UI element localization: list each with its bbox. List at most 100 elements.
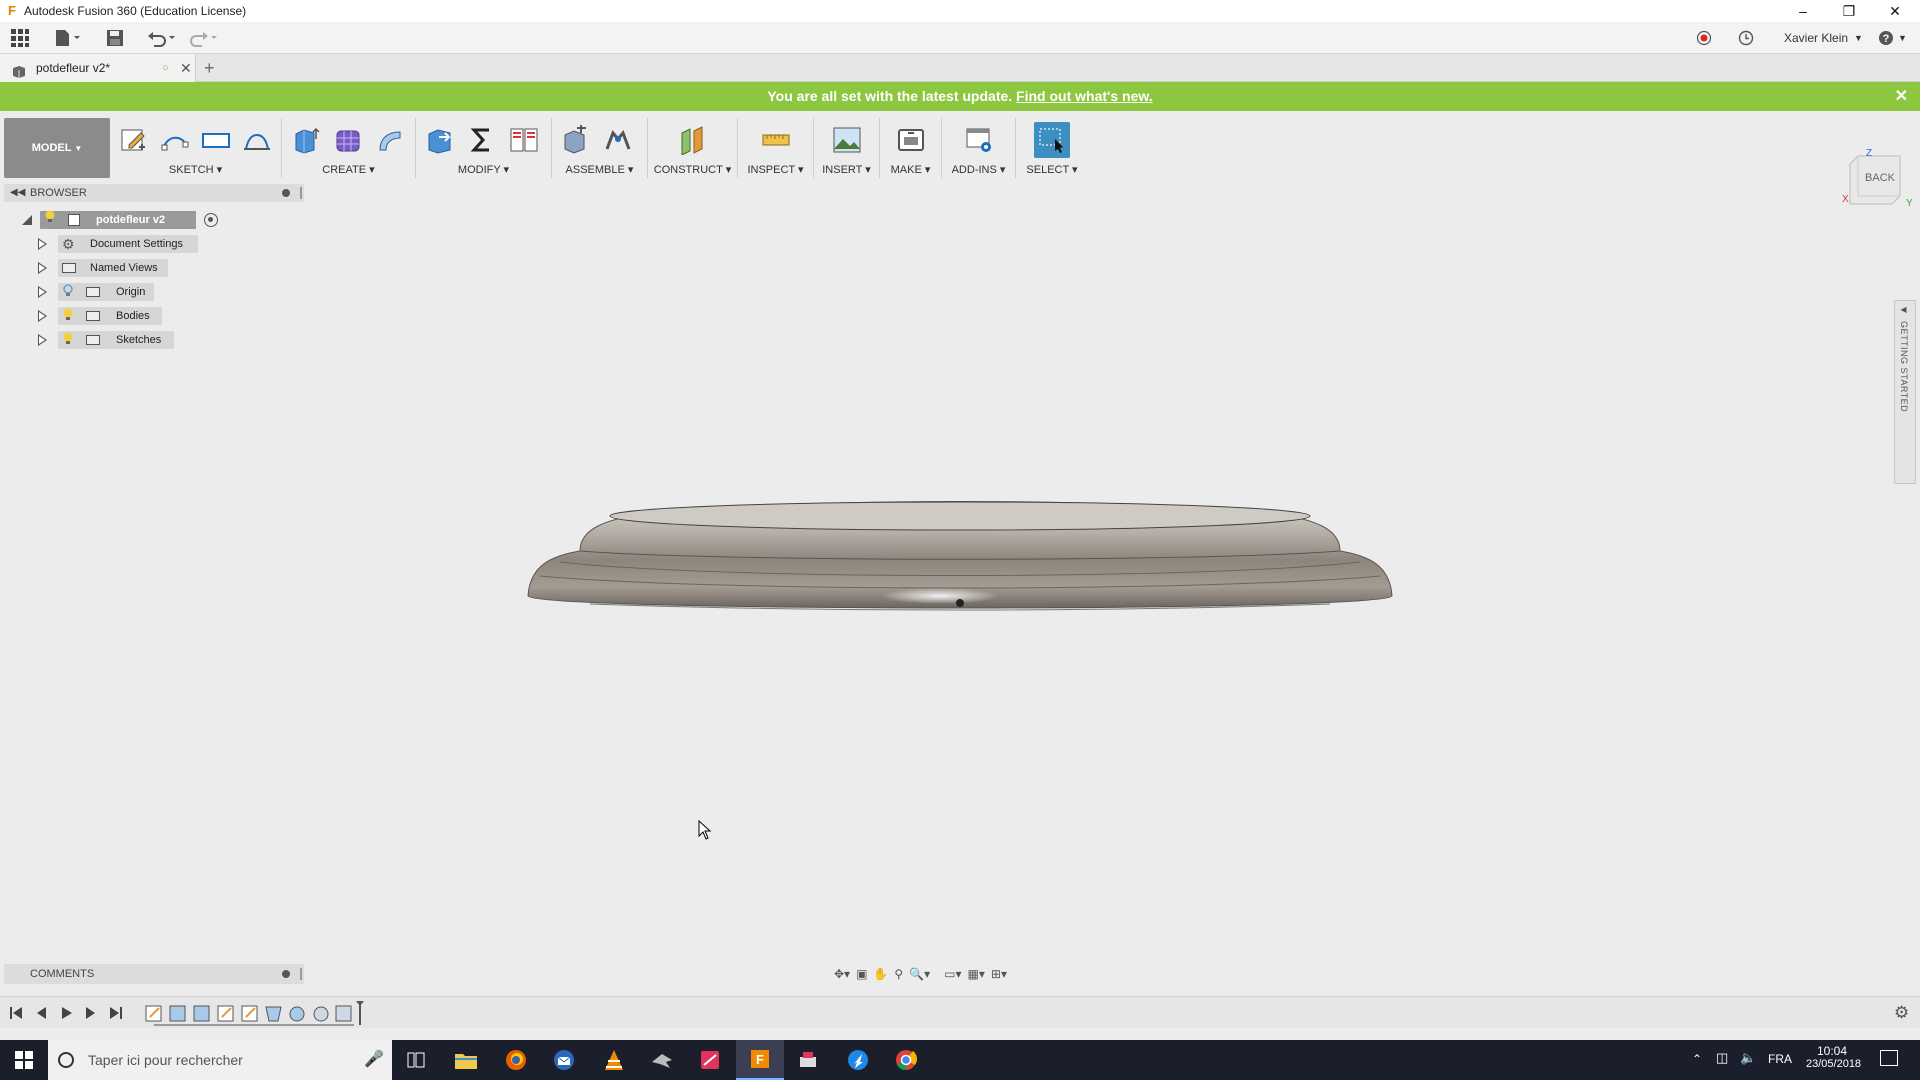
- data-panel-grid-icon[interactable]: [10, 26, 30, 50]
- network-icon[interactable]: ◫: [1716, 1050, 1728, 1066]
- select-menu[interactable]: SELECT ▾: [1016, 163, 1088, 176]
- microphone-icon[interactable]: 🎤: [364, 1040, 384, 1080]
- addins-menu[interactable]: ADD-INS ▾: [942, 163, 1015, 176]
- visibility-bulb-icon[interactable]: [44, 210, 56, 231]
- undo-icon[interactable]: [146, 26, 178, 50]
- history-clock-icon[interactable]: [1738, 22, 1754, 54]
- redo-icon[interactable]: [188, 26, 220, 50]
- firefox-icon[interactable]: [492, 1040, 540, 1080]
- app-bird-icon[interactable]: [638, 1040, 686, 1080]
- thunderbird-icon[interactable]: [540, 1040, 588, 1080]
- browser-item-document-settings[interactable]: ⚙ Document Settings: [38, 234, 198, 254]
- expand-triangle-icon[interactable]: [38, 334, 47, 346]
- zoom-icon[interactable]: ⚲: [894, 967, 903, 981]
- assemble-menu[interactable]: ASSEMBLE ▾: [552, 163, 647, 176]
- clock[interactable]: 10:04 23/05/2018: [1806, 1044, 1861, 1070]
- browser-item-sketches[interactable]: Sketches: [38, 330, 174, 350]
- activate-radio-icon[interactable]: [204, 213, 218, 227]
- browser-root-node[interactable]: potdefleur v2: [20, 210, 220, 230]
- insert-menu[interactable]: INSERT ▾: [814, 163, 879, 176]
- timeline-features[interactable]: [144, 1001, 364, 1027]
- chrome-icon[interactable]: [882, 1040, 930, 1080]
- step-forward-icon[interactable]: [86, 1007, 95, 1019]
- insert-image-icon[interactable]: [829, 122, 865, 158]
- start-button[interactable]: [0, 1040, 48, 1080]
- taskbar-search-box[interactable]: Taper ici pour rechercher 🎤: [48, 1040, 392, 1080]
- fusion-360-taskbar-icon[interactable]: F: [736, 1040, 784, 1080]
- help-menu[interactable]: ? ▼: [1878, 22, 1907, 54]
- new-component-icon[interactable]: [558, 122, 594, 158]
- add-comment-icon[interactable]: [282, 970, 290, 978]
- document-tab[interactable]: potdefleur v2* ○ ✕: [0, 54, 196, 82]
- inspect-menu[interactable]: INSPECT ▾: [738, 163, 813, 176]
- banner-link[interactable]: Find out what's new.: [1016, 88, 1153, 104]
- vlc-icon[interactable]: [590, 1040, 638, 1080]
- browser-item-origin[interactable]: Origin: [38, 282, 154, 302]
- expand-triangle-icon[interactable]: [38, 262, 47, 274]
- visibility-bulb-icon[interactable]: [62, 332, 74, 353]
- volume-icon[interactable]: 🔈: [1740, 1050, 1756, 1066]
- pot-3d-model[interactable]: [520, 496, 1400, 626]
- tray-chevron-up-icon[interactable]: ⌃: [1692, 1052, 1702, 1066]
- close-tab-icon[interactable]: ✕: [180, 54, 192, 82]
- go-to-start-icon[interactable]: [10, 1007, 22, 1019]
- rectangle-icon[interactable]: [199, 122, 234, 158]
- form-icon[interactable]: [330, 122, 366, 158]
- stop-sketch-icon[interactable]: [240, 122, 275, 158]
- app-printer-icon[interactable]: [784, 1040, 832, 1080]
- job-status-icon[interactable]: [1696, 22, 1712, 54]
- modify-menu[interactable]: MODIFY ▾: [416, 163, 551, 176]
- look-at-icon[interactable]: ▣: [856, 967, 867, 981]
- file-explorer-icon[interactable]: [442, 1040, 490, 1080]
- file-menu-icon[interactable]: [54, 26, 82, 50]
- select-icon[interactable]: [1034, 122, 1070, 158]
- banner-close-icon[interactable]: ✕: [1895, 82, 1908, 111]
- make-menu[interactable]: MAKE ▾: [880, 163, 941, 176]
- view-cube[interactable]: BACK X Y Z: [1840, 148, 1912, 208]
- collapse-browser-icon[interactable]: ◀◀: [10, 184, 25, 202]
- go-to-end-icon[interactable]: [110, 1007, 122, 1019]
- browser-item-bodies[interactable]: Bodies: [38, 306, 162, 326]
- hidden-bulb-icon[interactable]: [62, 284, 74, 305]
- display-settings-icon[interactable]: ▭▾: [944, 967, 961, 981]
- line-icon[interactable]: [157, 122, 192, 158]
- scripts-addins-icon[interactable]: [961, 122, 997, 158]
- extrude-icon[interactable]: [288, 122, 324, 158]
- measure-icon[interactable]: [758, 122, 794, 158]
- user-account-menu[interactable]: Xavier Klein ▼: [1784, 22, 1863, 54]
- create-sketch-icon[interactable]: [116, 122, 151, 158]
- expand-triangle-icon[interactable]: [38, 310, 47, 322]
- expanded-triangle-icon[interactable]: [22, 215, 32, 225]
- expand-triangle-icon[interactable]: [38, 286, 47, 298]
- close-window-button[interactable]: ✕: [1872, 0, 1918, 22]
- offset-plane-icon[interactable]: [675, 122, 711, 158]
- viewports-icon[interactable]: ⊞▾: [991, 967, 1007, 981]
- play-icon[interactable]: [62, 1007, 72, 1019]
- press-pull-icon[interactable]: [422, 122, 458, 158]
- visibility-bulb-icon[interactable]: [62, 308, 74, 329]
- save-icon[interactable]: [106, 26, 124, 50]
- panel-resize-handle[interactable]: [300, 968, 302, 980]
- sweep-icon[interactable]: [372, 122, 408, 158]
- browser-item-named-views[interactable]: Named Views: [38, 258, 168, 278]
- create-menu[interactable]: CREATE ▾: [282, 163, 415, 176]
- panel-resize-handle[interactable]: [300, 187, 302, 199]
- joint-icon[interactable]: [600, 122, 636, 158]
- grid-settings-icon[interactable]: ▦▾: [968, 967, 985, 981]
- construct-menu[interactable]: CONSTRUCT ▾: [648, 163, 737, 176]
- action-center-icon[interactable]: [1880, 1050, 1898, 1066]
- expand-triangle-icon[interactable]: [38, 238, 47, 250]
- minimize-button[interactable]: –: [1780, 0, 1826, 22]
- sketch-menu[interactable]: SKETCH ▾: [110, 163, 281, 176]
- app-pink-icon[interactable]: [686, 1040, 734, 1080]
- orbit-icon[interactable]: ✥▾: [834, 967, 850, 981]
- workspace-switcher[interactable]: MODEL ▼: [4, 118, 110, 178]
- browser-pin-icon[interactable]: [282, 189, 290, 197]
- getting-started-panel-tab[interactable]: ◀ GETTING STARTED: [1894, 300, 1916, 484]
- restore-button[interactable]: ❐: [1826, 0, 1872, 22]
- new-tab-button[interactable]: +: [204, 54, 215, 82]
- language-indicator[interactable]: FRA: [1768, 1052, 1792, 1066]
- app-blue-icon[interactable]: [834, 1040, 882, 1080]
- step-back-icon[interactable]: [37, 1007, 46, 1019]
- task-view-icon[interactable]: [392, 1040, 440, 1080]
